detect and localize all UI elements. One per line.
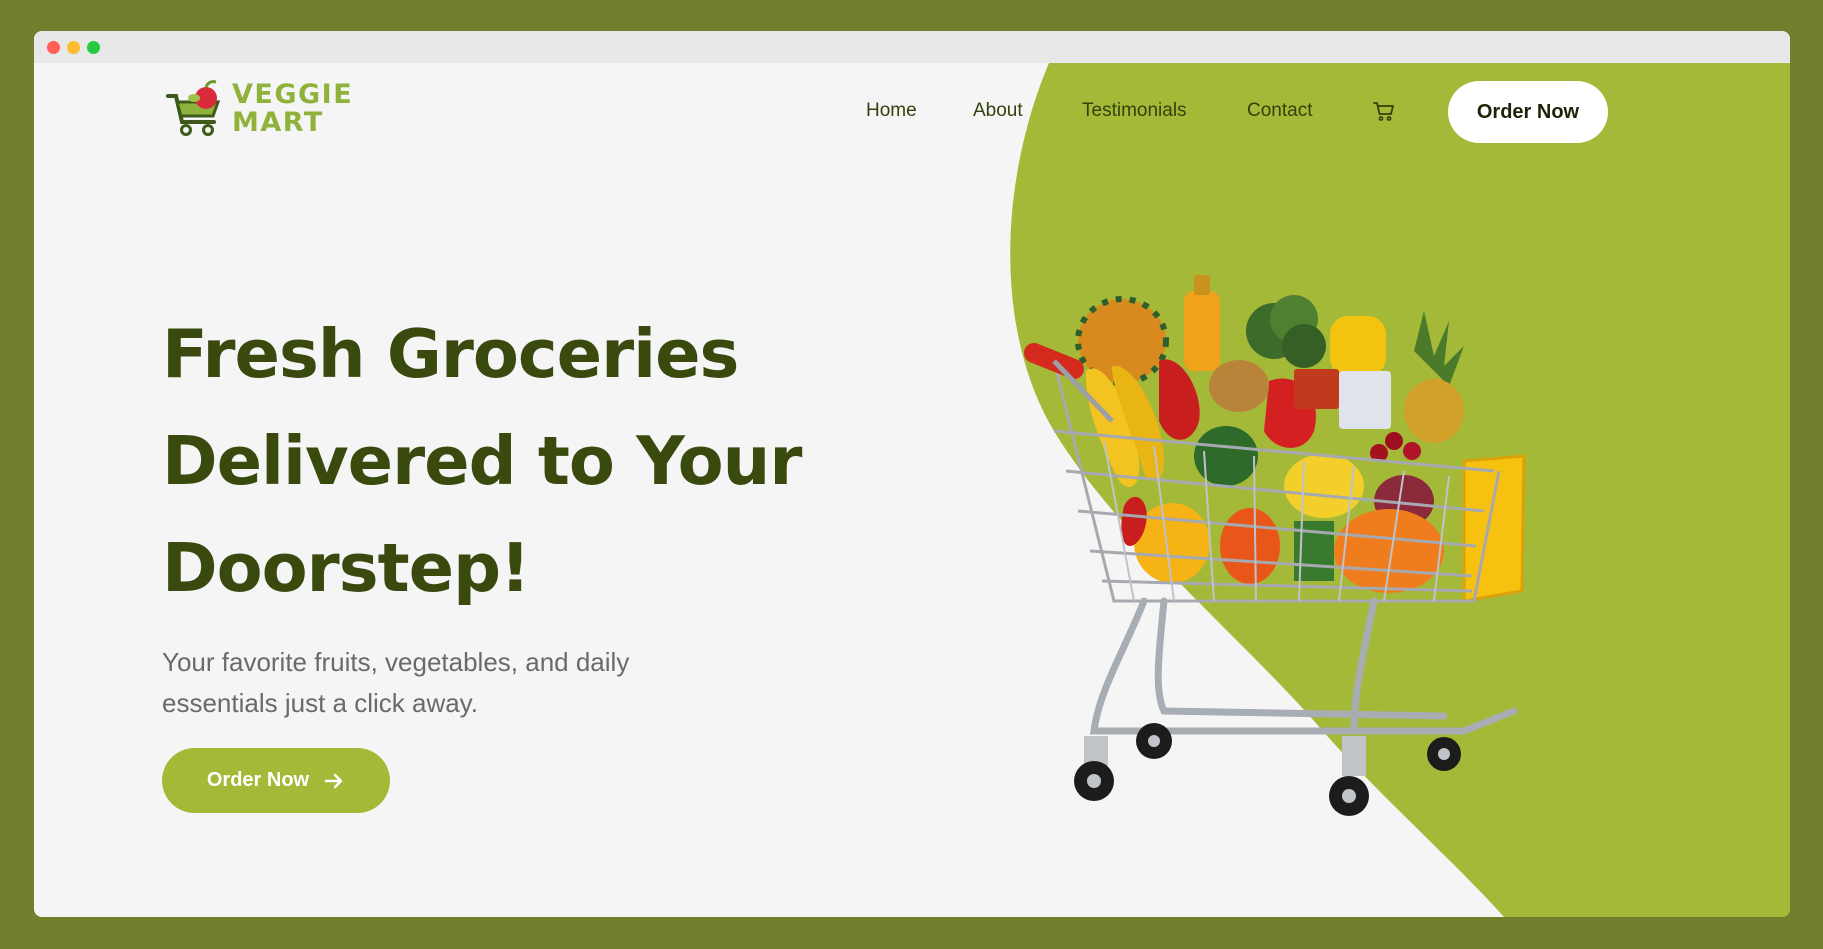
hero-section: Fresh Groceries Delivered to Your Doorst… <box>162 301 802 724</box>
hero-title-line-2: Delivered to Your <box>162 422 802 500</box>
hero-subtitle: Your favorite fruits, vegetables, and da… <box>162 647 630 718</box>
produce-pile <box>1075 275 1464 593</box>
top-navigation: VEGGIE MART Home About Testimonials Cont… <box>34 63 1790 153</box>
cart-frame <box>1090 597 1518 735</box>
hero-title-line-1: Fresh Groceries <box>162 315 739 393</box>
brand-logo[interactable]: VEGGIE MART <box>164 78 353 140</box>
brand-line-2: MART <box>232 107 324 138</box>
brand-wordmark: VEGGIE MART <box>232 81 353 137</box>
nav-link-about[interactable]: About <box>973 100 1023 122</box>
cart-logo-icon <box>166 80 221 136</box>
browser-window: VEGGIE MART Home About Testimonials Cont… <box>34 31 1790 917</box>
arrow-right-icon <box>324 773 343 788</box>
cart-wheels <box>1074 723 1461 816</box>
hero-title: Fresh Groceries Delivered to Your Doorst… <box>162 301 802 622</box>
order-now-hero-label: Order Now <box>206 769 310 791</box>
shopping-cart-icon[interactable] <box>1372 99 1396 123</box>
close-window-button[interactable] <box>47 41 60 54</box>
grocery-cart-image <box>1024 275 1526 816</box>
minimize-window-button[interactable] <box>67 41 80 54</box>
hero-title-line-3: Doorstep! <box>162 529 531 607</box>
order-now-hero-button[interactable]: Order Now <box>162 748 390 813</box>
nav-link-home[interactable]: Home <box>866 100 917 122</box>
order-now-nav-button[interactable]: Order Now <box>1448 81 1608 143</box>
brand-line-1: VEGGIE <box>232 79 354 110</box>
nav-link-contact[interactable]: Contact <box>1247 100 1312 122</box>
window-titlebar <box>34 31 1790 63</box>
maximize-window-button[interactable] <box>87 41 100 54</box>
nav-link-testimonials[interactable]: Testimonials <box>1082 100 1187 122</box>
